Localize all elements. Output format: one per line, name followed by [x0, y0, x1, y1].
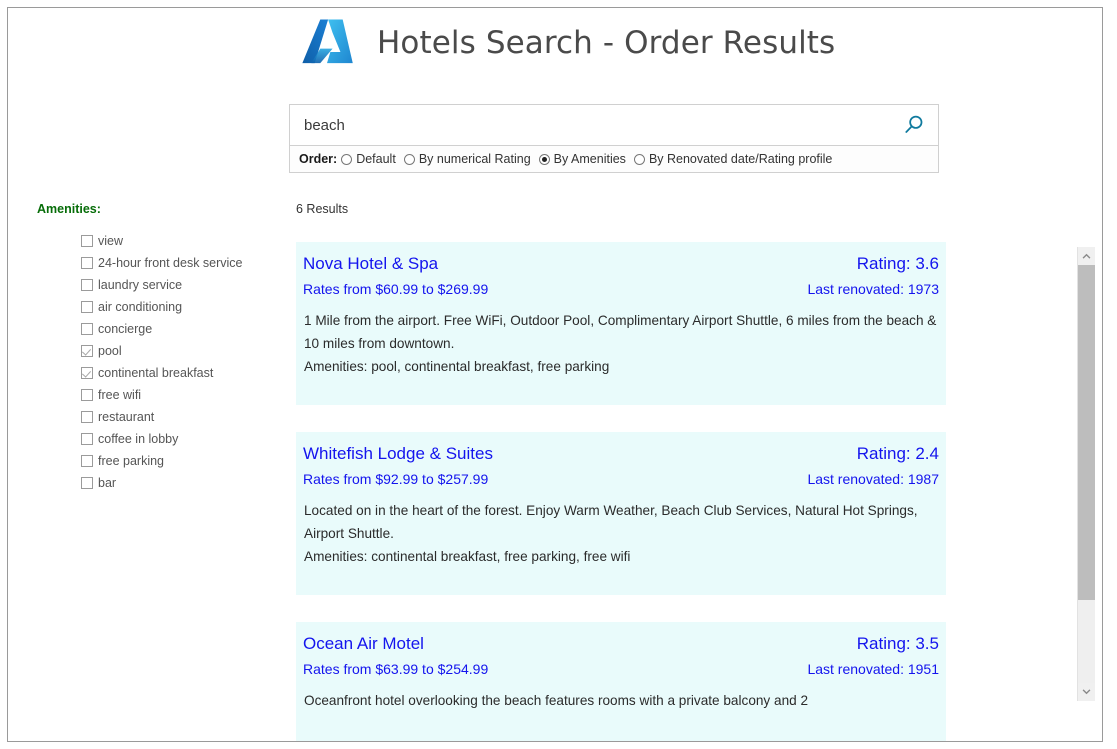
radio-amenities[interactable]: [538, 153, 550, 165]
order-option-amenities-label: By Amenities: [553, 152, 626, 166]
amenity-label: pool: [98, 344, 122, 358]
hotel-description: 1 Mile from the airport. Free WiFi, Outd…: [304, 313, 937, 351]
hotel-amenities: Amenities: continental breakfast, free p…: [304, 549, 631, 564]
radio-renovated-date[interactable]: [633, 153, 645, 165]
hotel-name-link[interactable]: Whitefish Lodge & Suites: [303, 442, 493, 466]
hotel-description: Oceanfront hotel overlooking the beach f…: [304, 693, 809, 708]
hotel-rating: Rating: 3.6: [856, 254, 939, 273]
amenity-label: laundry service: [98, 278, 183, 292]
results-scrollbar[interactable]: [1077, 247, 1095, 701]
order-option-default[interactable]: Default: [341, 152, 396, 166]
amenity-item-restaurant[interactable]: restaurant: [81, 406, 296, 428]
search-icon: [905, 115, 923, 133]
hotel-description: Located on in the heart of the forest. E…: [304, 503, 918, 541]
checkbox-view[interactable]: [81, 235, 93, 247]
amenity-label: continental breakfast: [98, 366, 214, 380]
amenity-item-view[interactable]: view: [81, 230, 296, 252]
amenity-label: free parking: [98, 454, 165, 468]
order-option-renovated-date[interactable]: By Renovated date/Rating profile: [633, 152, 833, 166]
scroll-up-button[interactable]: [1078, 247, 1095, 265]
checkbox-laundry-service[interactable]: [81, 279, 93, 291]
amenity-label: air conditioning: [98, 300, 183, 314]
search-input[interactable]: [290, 105, 890, 145]
result-card[interactable]: Ocean Air Motel Rating: 3.5 Rates from $…: [296, 622, 946, 741]
amenity-label: coffee in lobby: [98, 432, 179, 446]
amenity-item-bar[interactable]: bar: [81, 472, 296, 494]
app-header: Hotels Search - Order Results: [299, 15, 835, 71]
amenity-label: bar: [98, 476, 117, 490]
amenity-item-air-conditioning[interactable]: air conditioning: [81, 296, 296, 318]
hotel-rates: Rates from $60.99 to $269.99: [303, 281, 489, 297]
checkbox-free-parking[interactable]: [81, 455, 93, 467]
result-card-header: Whitefish Lodge & Suites Rating: 2.4: [302, 442, 940, 466]
amenity-item-free-wifi[interactable]: free wifi: [81, 384, 296, 406]
amenities-heading: Amenities:: [37, 202, 101, 216]
order-option-renovated-date-label: By Renovated date/Rating profile: [648, 152, 833, 166]
amenity-label: free wifi: [98, 388, 142, 402]
search-bar: [289, 104, 939, 146]
search-panel: Order: Default By numerical Rating By Am…: [289, 104, 939, 173]
result-card[interactable]: Nova Hotel & Spa Rating: 3.6 Rates from …: [296, 242, 946, 405]
order-option-amenities[interactable]: By Amenities: [538, 152, 626, 166]
checkbox-coffee-in-lobby[interactable]: [81, 433, 93, 445]
amenities-filter-list: view 24-hour front desk service laundry …: [81, 230, 296, 494]
radio-default[interactable]: [341, 153, 353, 165]
amenity-item-free-parking[interactable]: free parking: [81, 450, 296, 472]
amenity-item-laundry-service[interactable]: laundry service: [81, 274, 296, 296]
checkbox-concierge[interactable]: [81, 323, 93, 335]
chevron-up-icon: [1082, 253, 1091, 259]
order-options-bar: Order: Default By numerical Rating By Am…: [289, 146, 939, 173]
order-label: Order:: [299, 152, 338, 166]
amenity-label: 24-hour front desk service: [98, 256, 243, 270]
hotel-rates: Rates from $92.99 to $257.99: [303, 471, 489, 487]
checkbox-24-hour-front-desk-service[interactable]: [81, 257, 93, 269]
checkbox-continental-breakfast[interactable]: [81, 367, 93, 379]
azure-logo-icon: [302, 19, 353, 64]
result-card[interactable]: Whitefish Lodge & Suites Rating: 2.4 Rat…: [296, 432, 946, 595]
scroll-down-button[interactable]: [1078, 683, 1095, 701]
hotel-rating: Rating: 2.4: [856, 444, 939, 463]
checkbox-free-wifi[interactable]: [81, 389, 93, 401]
checkbox-bar[interactable]: [81, 477, 93, 489]
result-card-header: Ocean Air Motel Rating: 3.5: [302, 632, 940, 656]
order-option-numerical-rating[interactable]: By numerical Rating: [403, 152, 531, 166]
hotel-last-renovated: Last renovated: 1987: [807, 471, 939, 487]
result-card-subheader: Rates from $63.99 to $254.99 Last renova…: [302, 656, 940, 682]
checkbox-restaurant[interactable]: [81, 411, 93, 423]
result-card-subheader: Rates from $60.99 to $269.99 Last renova…: [302, 276, 940, 302]
hotel-last-renovated: Last renovated: 1973: [807, 281, 939, 297]
checkbox-air-conditioning[interactable]: [81, 301, 93, 313]
result-card-header: Nova Hotel & Spa Rating: 3.6: [302, 252, 940, 276]
hotel-amenities: Amenities: pool, continental breakfast, …: [304, 359, 610, 374]
amenity-label: concierge: [98, 322, 153, 336]
amenity-item-concierge[interactable]: concierge: [81, 318, 296, 340]
amenity-label: restaurant: [98, 410, 155, 424]
amenity-item-24-hour-front-desk-service[interactable]: 24-hour front desk service: [81, 252, 296, 274]
radio-numerical-rating[interactable]: [403, 153, 415, 165]
chevron-down-icon: [1082, 689, 1091, 695]
app-window: Hotels Search - Order Results Order: Def…: [7, 7, 1103, 742]
results-count: 6 Results: [296, 202, 349, 216]
hotel-rates: Rates from $63.99 to $254.99: [303, 661, 489, 677]
order-option-default-label: Default: [356, 152, 396, 166]
result-card-subheader: Rates from $92.99 to $257.99 Last renova…: [302, 466, 940, 492]
amenity-item-pool[interactable]: pool: [81, 340, 296, 362]
order-option-numerical-rating-label: By numerical Rating: [418, 152, 531, 166]
page-title: Hotels Search - Order Results: [377, 25, 836, 61]
amenity-item-coffee-in-lobby[interactable]: coffee in lobby: [81, 428, 296, 450]
hotel-last-renovated: Last renovated: 1951: [807, 661, 939, 677]
hotel-name-link[interactable]: Nova Hotel & Spa: [303, 252, 438, 276]
results-list: Nova Hotel & Spa Rating: 3.6 Rates from …: [296, 242, 946, 741]
checkbox-pool[interactable]: [81, 345, 93, 357]
hotel-name-link[interactable]: Ocean Air Motel: [303, 632, 424, 656]
hotel-rating: Rating: 3.5: [856, 634, 939, 653]
scrollbar-thumb[interactable]: [1078, 265, 1095, 600]
amenity-label: view: [98, 234, 124, 248]
amenity-item-continental-breakfast[interactable]: continental breakfast: [81, 362, 296, 384]
search-button[interactable]: [890, 105, 938, 145]
